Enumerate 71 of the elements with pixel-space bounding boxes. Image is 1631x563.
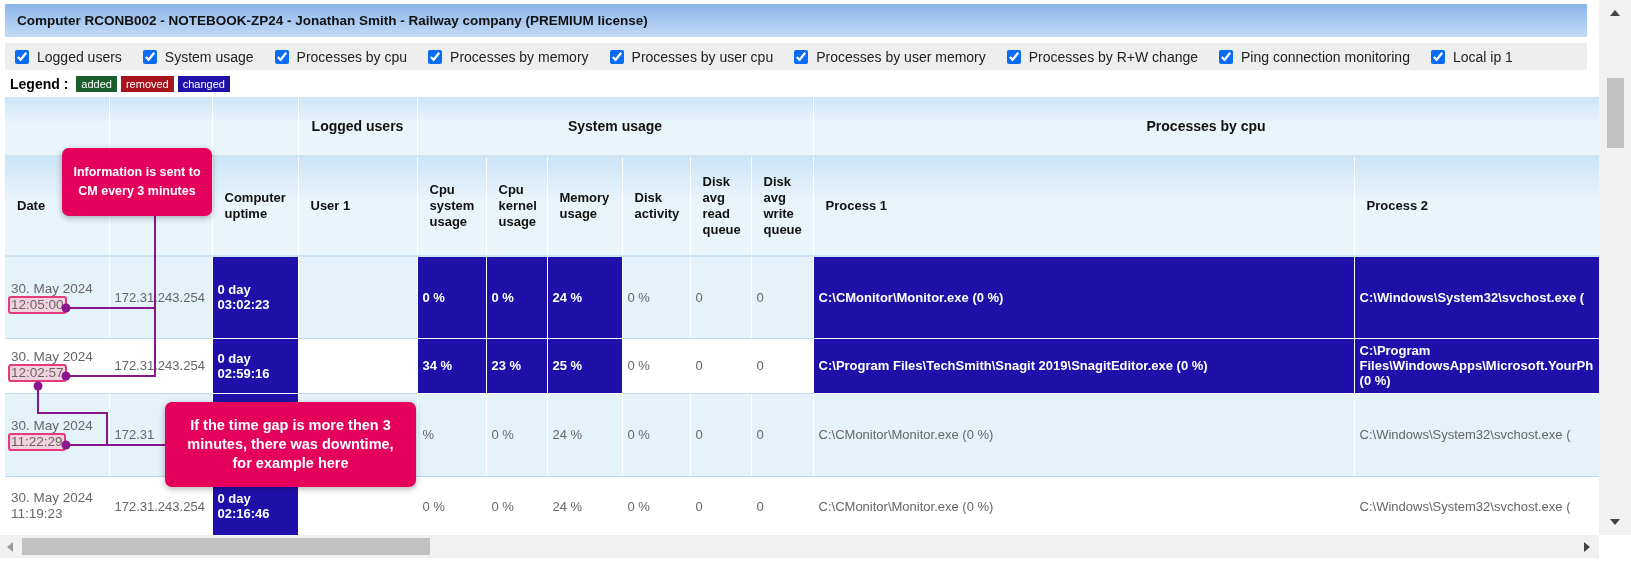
table-cell: 0	[690, 256, 751, 338]
scroll-up-icon[interactable]	[1610, 9, 1620, 16]
horizontal-scrollbar[interactable]	[0, 535, 1599, 558]
checkbox[interactable]	[609, 49, 624, 64]
table-cell: %	[417, 393, 486, 476]
checkbox[interactable]	[274, 49, 289, 64]
table-cell: C:\Windows\System32\svchost.exe (	[1354, 393, 1599, 476]
table-cell: C:\Program Files\TechSmith\Snagit 2019\SnagitEditor.exe (0 %)	[813, 338, 1355, 393]
checkbox-label: Local ip 1	[1452, 48, 1513, 65]
vertical-scrollbar[interactable]	[1599, 0, 1631, 535]
legend-tag: removed	[120, 75, 174, 92]
legend-tag: added	[76, 75, 117, 92]
callout: Information is sent to CM every 3 minutes	[62, 148, 212, 216]
table-cell: C:\CMonitor\Monitor.exe (0 %)	[813, 393, 1355, 476]
table-cell: C:\Program Files\WindowsApps\Microsoft.YourPh (0 %)	[1354, 338, 1599, 393]
table-cell: 0 day 03:02:23	[212, 256, 298, 338]
scrollbar-thumb[interactable]	[22, 538, 430, 555]
scroll-down-icon[interactable]	[1610, 518, 1620, 525]
checkbox[interactable]	[1430, 49, 1445, 64]
checkbox[interactable]	[15, 49, 29, 64]
checkbox-label: System usage	[164, 48, 254, 65]
table-cell: 0 %	[486, 256, 547, 338]
legend-label: Legend :	[10, 75, 69, 92]
table-cell: 0 %	[417, 256, 486, 338]
checkbox[interactable]	[794, 49, 809, 64]
time-text: 11:19:23	[10, 505, 64, 523]
legend-tag: changed	[177, 75, 230, 92]
scrollbar-thumb[interactable]	[1606, 78, 1624, 148]
checkbox-label: Processes by user memory	[816, 48, 986, 65]
group-header: System usage	[567, 118, 663, 134]
table-cell: 0 %	[486, 393, 547, 476]
table-cell: 0	[690, 393, 751, 476]
checkbox-label: Ping connection monitoring	[1241, 48, 1410, 65]
time-text: 12:05:00	[8, 295, 67, 314]
checkbox-label: Logged users	[37, 48, 122, 65]
title-bar: Computer RCONB002 - NOTEBOOK-ZP24 - Jonathan Smith - Railway company (PREMIUM license)	[5, 4, 1587, 37]
checkbox-label: Processes by R+W change	[1028, 48, 1199, 65]
table-cell: 0	[751, 338, 814, 393]
table-cell: 0	[690, 338, 751, 393]
time-text: 11:22:29	[8, 433, 66, 451]
checkbox[interactable]	[1006, 49, 1021, 64]
table-cell: 0	[751, 256, 814, 338]
date-cell: 30. May 2024 12:05:00	[5, 256, 109, 338]
table-cell: 0 day 02:59:16	[212, 338, 298, 393]
column-header[interactable]: Process 1	[825, 198, 887, 214]
group-header: Logged users	[311, 118, 404, 134]
group-header: Processes by cpu	[1146, 118, 1266, 134]
table-cell: 0 %	[622, 338, 690, 393]
scroll-left-icon[interactable]	[6, 541, 14, 552]
checkbox-label: Processes by user cpu	[631, 48, 774, 65]
checkbox-label: Processes by memory	[450, 48, 589, 65]
time-text: 12:02:57	[8, 364, 67, 382]
checkbox-label: Processes by cpu	[296, 48, 408, 65]
column-header[interactable]: User 1	[310, 198, 351, 214]
table-cell: C:\Windows\System32\svchost.exe (	[1354, 256, 1599, 338]
table-cell: C:\CMonitor\Monitor.exe (0 %)	[813, 256, 1355, 338]
column-header[interactable]: Date	[17, 198, 46, 214]
table-cell: 34 %	[417, 338, 486, 393]
table-cell: 0	[751, 393, 814, 476]
table-cell: 25 %	[547, 338, 622, 393]
table-cell: 0 %	[622, 393, 690, 476]
table-cell: 24 %	[547, 256, 622, 338]
table-cell: 23 %	[486, 338, 547, 393]
table-cell: 24 %	[547, 393, 622, 476]
date-cell: 30. May 2024 11:22:29	[5, 393, 109, 476]
column-header[interactable]: Process 2	[1366, 198, 1428, 214]
checkbox[interactable]	[428, 49, 443, 64]
checkbox[interactable]	[1219, 49, 1234, 64]
checkbox[interactable]	[142, 49, 157, 64]
scroll-right-icon[interactable]	[1583, 541, 1591, 552]
table-cell: 0 %	[622, 256, 690, 338]
